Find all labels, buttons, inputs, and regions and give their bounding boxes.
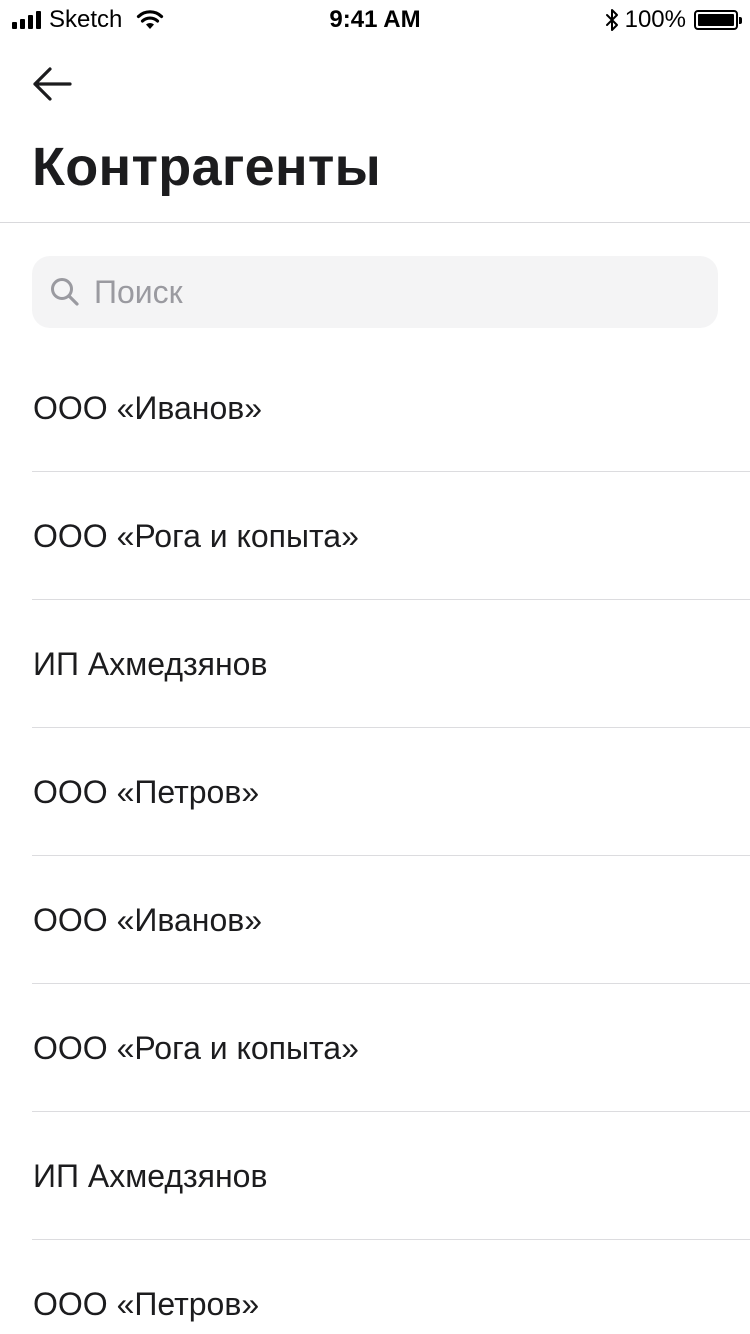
- list-item[interactable]: ООО «Петров»: [0, 1240, 750, 1334]
- status-right: 100%: [605, 6, 742, 34]
- bluetooth-icon: [605, 9, 618, 31]
- arrow-left-icon: [33, 67, 72, 101]
- page-title: Контрагенты: [32, 137, 382, 197]
- list-item-label: ООО «Рога и копыта»: [33, 1030, 359, 1066]
- list-item[interactable]: ООО «Иванов»: [0, 344, 750, 472]
- contractors-screen: Sketch 9:41 AM 100% Контрагенты Поиск ОО…: [0, 0, 750, 1334]
- list-item-label: ООО «Рога и копыта»: [33, 518, 359, 554]
- list-item[interactable]: ИП Ахмедзянов: [0, 600, 750, 728]
- list-item[interactable]: ИП Ахмедзянов: [0, 1112, 750, 1240]
- list-item[interactable]: ООО «Рога и копыта»: [0, 984, 750, 1112]
- list-item-label: ООО «Иванов»: [33, 902, 263, 938]
- contractor-list: ООО «Иванов» ООО «Рога и копыта» ИП Ахме…: [0, 344, 750, 1334]
- list-item-label: ИП Ахмедзянов: [33, 1158, 268, 1194]
- status-bar: Sketch 9:41 AM 100%: [0, 0, 750, 40]
- header-divider: [0, 222, 750, 223]
- list-item[interactable]: ООО «Иванов»: [0, 856, 750, 984]
- list-item[interactable]: ООО «Рога и копыта»: [0, 472, 750, 600]
- search-icon: [51, 278, 79, 306]
- search-bar[interactable]: [32, 256, 718, 328]
- list-item-label: ООО «Петров»: [33, 1286, 260, 1322]
- list-item-label: ООО «Иванов»: [33, 390, 263, 426]
- search-input[interactable]: [94, 273, 674, 311]
- back-button[interactable]: [24, 56, 80, 112]
- list-item-label: ИП Ахмедзянов: [33, 646, 268, 682]
- list-item-label: ООО «Петров»: [33, 774, 260, 810]
- battery-cap: [739, 17, 742, 24]
- battery-icon: [694, 10, 742, 30]
- battery-percent: 100%: [624, 6, 686, 33]
- battery-fill: [698, 14, 734, 26]
- list-item[interactable]: ООО «Петров»: [0, 728, 750, 856]
